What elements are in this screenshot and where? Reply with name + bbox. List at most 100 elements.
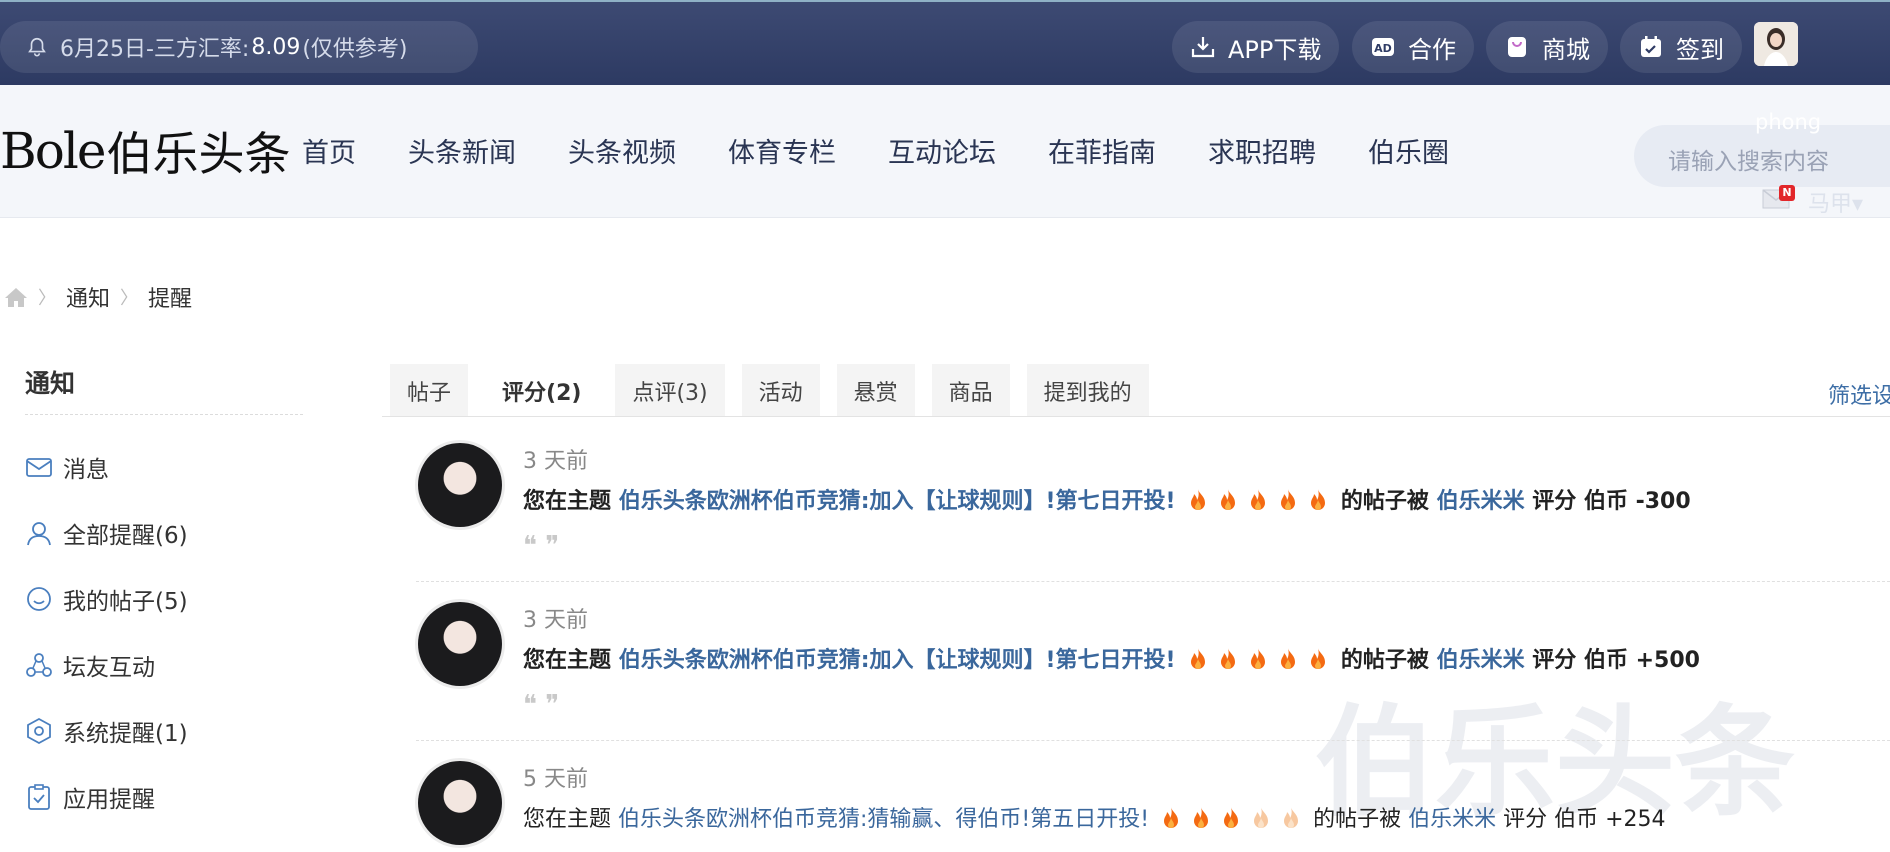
fire-icon xyxy=(1311,648,1326,669)
user-avatar[interactable] xyxy=(418,443,502,527)
entry-middle: 的帖子被 xyxy=(1340,648,1429,673)
fire-icon xyxy=(1281,648,1296,669)
entry-action: 评分 伯币 -300 xyxy=(1532,489,1691,514)
tab-mentions[interactable]: 提到我的 xyxy=(1026,364,1149,417)
fire-icon xyxy=(1164,807,1179,828)
svg-text:AD: AD xyxy=(1374,42,1392,55)
home-icon[interactable] xyxy=(4,286,28,308)
bell-icon xyxy=(28,37,46,57)
shopping-bag-icon xyxy=(1508,37,1526,57)
filter-settings-link[interactable]: 筛选设 xyxy=(1828,378,1890,410)
topic-link[interactable]: 伯乐头条欧洲杯伯币竞猜:猜输赢、得伯币!第五日开投! xyxy=(618,807,1149,832)
user-menu-dropdown[interactable]: 马甲▾ xyxy=(1808,186,1863,218)
fire-icons xyxy=(1156,807,1306,832)
logo-latin: Bole xyxy=(0,122,106,180)
nav-item-forum[interactable]: 互动论坛 xyxy=(888,131,996,170)
sidebar-item-label: 我的帖子(5) xyxy=(63,589,188,615)
breadcrumb-separator: 〉 xyxy=(38,288,56,309)
tab-comments[interactable]: 点评(3) xyxy=(615,364,725,417)
mall-button[interactable]: 商城 xyxy=(1486,21,1608,73)
fire-icon xyxy=(1281,489,1296,510)
fire-icon xyxy=(1254,807,1269,828)
topic-link[interactable]: 伯乐头条欧洲杯伯币竞猜:加入【让球规则】!第七日开投! xyxy=(619,489,1176,514)
fire-icons xyxy=(1183,489,1333,514)
tabs-divider xyxy=(382,416,1890,417)
user-link[interactable]: 伯乐米米 xyxy=(1437,489,1525,514)
entry-divider xyxy=(416,581,1890,582)
download-icon xyxy=(1191,37,1215,58)
nav-item-jobs[interactable]: 求职招聘 xyxy=(1208,131,1316,170)
tab-posts[interactable]: 帖子 xyxy=(390,364,469,417)
fire-icons xyxy=(1183,648,1333,673)
main-navigation: Bole 伯乐头条 首页 头条新闻 头条视频 体育专栏 互动论坛 在菲指南 求职… xyxy=(0,85,1890,218)
sidebar-item-interaction[interactable]: 坛友互动 xyxy=(25,648,155,682)
notification-item: 3 天前 您在主题 伯乐头条欧洲杯伯币竞猜:加入【让球规则】!第七日开投! 的帖… xyxy=(416,602,1890,742)
notice-prefix: 6月25日-三方汇率: xyxy=(60,37,250,62)
site-logo[interactable]: Bole 伯乐头条 xyxy=(0,121,290,181)
sidebar-divider xyxy=(25,414,303,415)
sidebar-item-messages[interactable]: 消息 xyxy=(25,450,109,484)
breadcrumb-notice[interactable]: 通知 xyxy=(66,281,110,313)
app-download-button[interactable]: APP下载 xyxy=(1172,21,1340,73)
sidebar-item-all-reminders[interactable]: 全部提醒(6) xyxy=(25,516,188,550)
sidebar-item-label: 消息 xyxy=(63,457,109,483)
network-icon xyxy=(26,653,52,677)
user-avatar[interactable] xyxy=(1754,22,1798,66)
entry-prefix: 您在主题 xyxy=(523,648,612,673)
sidebar-item-system[interactable]: 系统提醒(1) xyxy=(25,714,188,748)
check-in-button[interactable]: 签到 xyxy=(1620,21,1742,73)
entry-action: 评分 伯币 +500 xyxy=(1532,648,1700,673)
user-avatar[interactable] xyxy=(418,602,502,686)
sidebar-item-label: 系统提醒(1) xyxy=(63,721,188,747)
entry-time: 3 天前 xyxy=(523,449,588,474)
chat-bubble-icon xyxy=(27,587,51,611)
fire-icon xyxy=(1251,648,1266,669)
entry-middle: 的帖子被 xyxy=(1313,807,1402,832)
avatar-image xyxy=(1754,22,1798,66)
entry-action: 评分 伯币 +254 xyxy=(1503,807,1666,832)
nav-item-guide[interactable]: 在菲指南 xyxy=(1048,131,1156,170)
quote-icon: ❝ ❞ xyxy=(523,690,560,720)
clipboard-check-icon xyxy=(28,784,50,810)
user-avatar[interactable] xyxy=(418,761,502,845)
search-input[interactable]: 请输入搜索内容 xyxy=(1634,125,1890,187)
fire-icon xyxy=(1224,807,1239,828)
tab-rewards[interactable]: 悬赏 xyxy=(836,364,915,417)
entry-text: 您在主题 伯乐头条欧洲杯伯币竞猜:加入【让球规则】!第七日开投! 的帖子被 伯乐… xyxy=(523,642,1700,674)
top-bar: 6月25日-三方汇率: 8.09 (仅供参考) APP下载 AD 合作 商城 签… xyxy=(0,0,1890,85)
entry-text: 您在主题 伯乐头条欧洲杯伯币竞猜:加入【让球规则】!第七日开投! 的帖子被 伯乐… xyxy=(523,483,1691,515)
nav-item-sports[interactable]: 体育专栏 xyxy=(728,131,836,170)
entry-middle: 的帖子被 xyxy=(1340,489,1429,514)
username-overlay: phong xyxy=(1755,110,1822,134)
entry-text: 您在主题 伯乐头条欧洲杯伯币竞猜:猜输赢、得伯币!第五日开投! 的帖子被 伯乐米… xyxy=(523,801,1666,833)
sidebar-item-my-posts[interactable]: 我的帖子(5) xyxy=(25,582,188,616)
fire-icon xyxy=(1191,489,1206,510)
cooperation-label: 合作 xyxy=(1408,35,1456,64)
tab-products[interactable]: 商品 xyxy=(931,364,1010,417)
exchange-rate-notice[interactable]: 6月25日-三方汇率: 8.09 (仅供参考) xyxy=(0,21,478,73)
hexagon-settings-icon xyxy=(27,717,51,745)
notice-suffix: (仅供参考) xyxy=(302,37,408,62)
entry-prefix: 您在主题 xyxy=(523,489,612,514)
entry-time: 3 天前 xyxy=(523,608,588,633)
user-link[interactable]: 伯乐米米 xyxy=(1437,648,1525,673)
cooperation-button[interactable]: AD 合作 xyxy=(1352,21,1474,73)
tab-ratings[interactable]: 评分(2) xyxy=(485,364,599,417)
sidebar-item-apps[interactable]: 应用提醒 xyxy=(25,780,155,814)
user-link[interactable]: 伯乐米米 xyxy=(1408,807,1496,832)
nav-item-home[interactable]: 首页 xyxy=(302,131,356,170)
fire-icon xyxy=(1311,489,1326,510)
nav-item-news[interactable]: 头条新闻 xyxy=(408,131,516,170)
notification-item: 3 天前 您在主题 伯乐头条欧洲杯伯币竞猜:加入【让球规则】!第七日开投! 的帖… xyxy=(416,443,1890,583)
tab-bar: 帖子 评分(2) 点评(3) 活动 悬赏 商品 提到我的 xyxy=(390,364,1166,417)
breadcrumb-separator: 〉 xyxy=(120,288,139,309)
tab-activities[interactable]: 活动 xyxy=(741,364,820,417)
mail-icon xyxy=(26,458,52,477)
topic-link[interactable]: 伯乐头条欧洲杯伯币竞猜:加入【让球规则】!第七日开投! xyxy=(619,648,1176,673)
nav-item-circle[interactable]: 伯乐圈 xyxy=(1368,131,1449,170)
nav-menu: 首页 头条新闻 头条视频 体育专栏 互动论坛 在菲指南 求职招聘 伯乐圈 xyxy=(302,131,1501,170)
entry-divider xyxy=(416,740,1890,741)
logo-chinese: 伯乐头条 xyxy=(106,127,291,181)
check-in-label: 签到 xyxy=(1676,35,1724,64)
nav-item-video[interactable]: 头条视频 xyxy=(568,131,676,170)
